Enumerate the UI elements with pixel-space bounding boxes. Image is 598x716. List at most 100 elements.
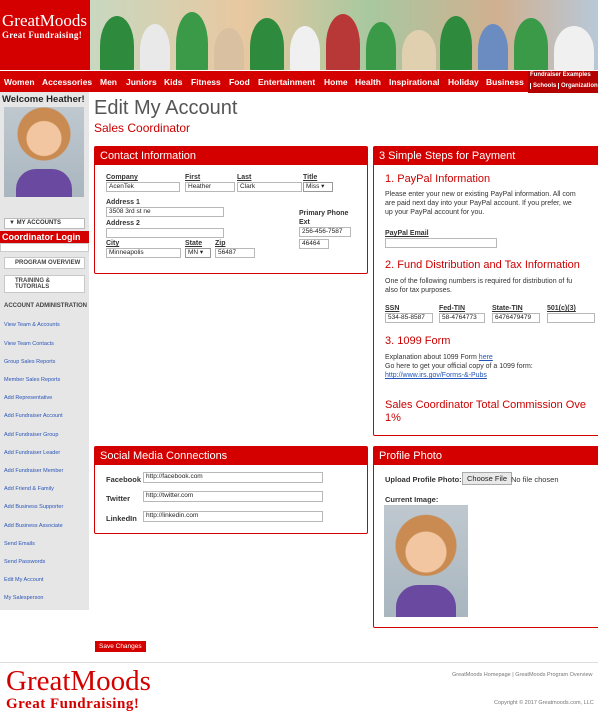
paypal-email-field[interactable] — [385, 238, 497, 248]
step2-heading: 2. Fund Distribution and Tax Information — [385, 259, 580, 271]
nav-item-inspirational[interactable]: Inspirational — [389, 77, 440, 87]
501c3-field[interactable] — [547, 313, 595, 323]
nav-item-fitness[interactable]: Fitness — [191, 77, 221, 87]
twitter-field[interactable]: http://twitter.com — [143, 491, 323, 502]
step1-text-line: up your PayPal account for you. — [385, 209, 485, 216]
page-root: GreatMoods Great Fundraising! Women Acce… — [0, 0, 598, 716]
nav-item-home[interactable]: Home — [324, 77, 348, 87]
footer-link-homepage[interactable]: GreatMoods Homepage — [452, 672, 511, 678]
current-image-label: Current Image: — [385, 495, 439, 504]
profile-photo-heading: Profile Photo — [374, 447, 598, 465]
sidebar-link[interactable]: Add Friend & Family — [4, 486, 54, 492]
program-overview-button[interactable]: PROGRAM OVERVIEW — [4, 257, 85, 269]
first-name-label: First — [185, 174, 201, 181]
step3-explanation: Explanation about 1099 Form — [385, 354, 477, 361]
main-nav: Women Accessories Men Juniors Kids Fitne… — [0, 70, 598, 93]
training-tutorials-button[interactable]: TRAINING & TUTORIALS — [4, 275, 85, 293]
sidebar-link[interactable]: Group Sales Reports — [4, 359, 55, 365]
sidebar-link[interactable]: Add Fundraiser Group — [4, 432, 58, 438]
sidebar-link[interactable]: View Team Contacts — [4, 341, 54, 347]
city-field[interactable]: Minneapolis — [106, 248, 181, 258]
sidebar-link[interactable]: Add Fundraiser Account — [4, 413, 63, 419]
nav-item-men[interactable]: Men — [100, 77, 117, 87]
nav-item-holiday[interactable]: Holiday — [448, 77, 479, 87]
site-logo[interactable]: GreatMoods Great Fundraising! — [2, 11, 87, 41]
payment-panel: 3 Simple Steps for Payment 1. PayPal Inf… — [373, 146, 598, 436]
choose-file-button[interactable]: Choose File — [462, 472, 513, 485]
state-label: State — [185, 240, 203, 247]
nav-item-food[interactable]: Food — [229, 77, 250, 87]
site-header: GreatMoods Great Fundraising! — [0, 0, 598, 70]
sidebar-link[interactable]: Add Business Associate — [4, 523, 63, 529]
my-accounts-dropdown[interactable]: ▼ MY ACCOUNTS — [4, 218, 85, 229]
footer-logo-tagline: Great Fundraising! — [6, 696, 140, 712]
current-profile-image — [384, 505, 468, 617]
fundraiser-examples-label[interactable]: Fundraiser Examples — [530, 72, 591, 78]
phone-ext-field[interactable]: 46464 — [299, 239, 329, 249]
here-link[interactable]: here — [479, 354, 493, 361]
profile-photo-panel: Profile Photo Upload Profile Photo: Choo… — [373, 446, 598, 628]
nav-item-health[interactable]: Health — [355, 77, 381, 87]
page-subtitle: Sales Coordinator — [94, 121, 191, 135]
coordinator-login-label[interactable]: Coordinator Login — [0, 231, 89, 243]
phone-field[interactable]: 256-456-7587 — [299, 227, 351, 237]
zip-field[interactable]: 56487 — [215, 248, 255, 258]
first-name-field[interactable]: Heather — [185, 182, 235, 192]
state-select[interactable]: MN ▾ — [185, 248, 211, 258]
social-media-panel: Social Media Connections Facebook http:/… — [94, 446, 368, 534]
footer-link-program-overview[interactable]: GreatMoods Program Overview — [515, 672, 592, 678]
linkedin-field[interactable]: http://linkedin.com — [143, 511, 323, 522]
contact-info-panel: Contact Information Company AcenTek Firs… — [94, 146, 368, 274]
sidebar-link[interactable]: Add Fundraiser Leader — [4, 450, 60, 456]
company-label: Company — [106, 174, 138, 181]
address1-field[interactable]: 3508 3rd st ne — [106, 207, 224, 217]
last-name-label: Last — [237, 174, 252, 181]
step3-text: Explanation about 1099 Form here — [385, 353, 493, 362]
facebook-label: Facebook — [106, 475, 142, 484]
step3-heading: 3. 1099 Form — [385, 335, 451, 347]
sidebar-link[interactable]: My Salesperson — [4, 595, 43, 601]
sidebar-link[interactable]: Add Fundraiser Member — [4, 468, 63, 474]
social-media-heading: Social Media Connections — [95, 447, 367, 465]
address2-field[interactable] — [106, 228, 224, 238]
fed-tin-field[interactable]: 58-4764773 — [439, 313, 485, 323]
sidebar-link[interactable]: Edit My Account — [4, 577, 43, 583]
fundraiser-examples-menu: Fundraiser Examples Schools Organization — [528, 71, 598, 93]
save-changes-button[interactable]: Save Changes — [95, 641, 146, 652]
nav-item-kids[interactable]: Kids — [164, 77, 182, 87]
coordinator-login-input[interactable] — [0, 243, 89, 252]
header-banner-image — [90, 0, 598, 70]
commission-line: Sales Coordinator Total Commission Ove — [385, 399, 586, 411]
nav-sub-schools[interactable]: Schools — [530, 83, 556, 89]
footer-links: GreatMoods Homepage | GreatMoods Program… — [452, 672, 593, 678]
chevron-down-icon: ▾ — [199, 249, 204, 256]
title-select[interactable]: Miss ▾ — [303, 182, 333, 192]
nav-item-entertainment[interactable]: Entertainment — [258, 77, 315, 87]
sidebar-link[interactable]: Member Sales Reports — [4, 377, 60, 383]
state-tin-field[interactable]: 6476479479 — [492, 313, 540, 323]
sidebar-link[interactable]: Send Passwords — [4, 559, 45, 565]
ssn-field[interactable]: 534-85-8587 — [385, 313, 433, 323]
sidebar-link[interactable]: Send Emails — [4, 541, 35, 547]
nav-sub-organization[interactable]: Organization — [558, 83, 598, 89]
chevron-down-icon: ▾ — [321, 183, 325, 190]
step3-text2: Go here to get your official copy of a 1… — [385, 363, 533, 370]
nav-item-women[interactable]: Women — [4, 77, 35, 87]
title-select-value: Miss — [306, 183, 320, 190]
facebook-field[interactable]: http://facebook.com — [143, 472, 323, 483]
paypal-email-label: PayPal Email — [385, 230, 429, 237]
welcome-text: Welcome Heather! — [2, 94, 85, 105]
company-field[interactable]: AcenTek — [106, 182, 180, 192]
nav-item-business[interactable]: Business — [486, 77, 524, 87]
irs-link[interactable]: http://www.irs.gov/Forms-&-Pubs — [385, 372, 487, 379]
last-name-field[interactable]: Clark — [237, 182, 302, 192]
step1-heading: 1. PayPal Information — [385, 173, 491, 185]
page-title: Edit My Account — [94, 97, 238, 119]
footer-logo[interactable]: GreatMoods Great Fundraising! — [6, 666, 151, 712]
logo-text: GreatMoods — [2, 11, 87, 30]
sidebar-link[interactable]: Add Representative — [4, 395, 52, 401]
nav-item-accessories[interactable]: Accessories — [42, 77, 92, 87]
sidebar-link[interactable]: Add Business Supporter — [4, 504, 63, 510]
sidebar-link[interactable]: View Team & Accounts — [4, 322, 60, 328]
nav-item-juniors[interactable]: Juniors — [126, 77, 157, 87]
